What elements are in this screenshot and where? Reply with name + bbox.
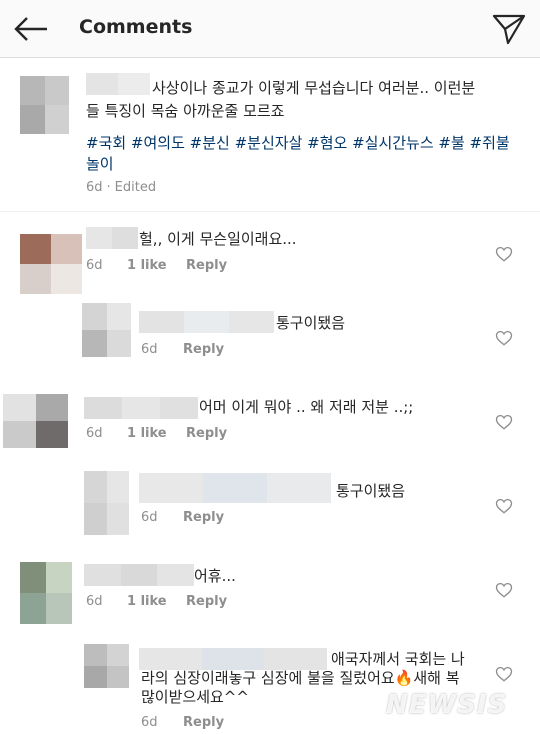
timestamp: 6d bbox=[86, 426, 103, 441]
top-bar: Comments bbox=[0, 0, 540, 58]
avatar[interactable] bbox=[84, 471, 129, 535]
caption-meta: 6d · Edited bbox=[86, 180, 157, 195]
reply-button[interactable]: Reply bbox=[186, 258, 227, 273]
reply-button[interactable]: Reply bbox=[183, 342, 224, 357]
comment-text: 통구이됐음 bbox=[336, 482, 406, 500]
username[interactable] bbox=[84, 564, 195, 586]
timestamp: 6d bbox=[141, 510, 158, 525]
comment-meta: 6d Reply bbox=[141, 342, 224, 357]
timestamp: 6d bbox=[86, 258, 103, 273]
likes-count[interactable]: 1 like bbox=[127, 258, 186, 273]
avatar[interactable] bbox=[20, 76, 69, 134]
username[interactable] bbox=[139, 311, 274, 333]
hashtags-line2[interactable]: 놀이 bbox=[86, 154, 114, 175]
timestamp: 6d bbox=[141, 715, 158, 730]
arrow-left-icon[interactable] bbox=[14, 16, 48, 42]
edited-label: Edited bbox=[114, 180, 157, 195]
reply-button[interactable]: Reply bbox=[186, 594, 227, 609]
comment-meta: 6d 1 like Reply bbox=[86, 594, 227, 609]
heart-icon[interactable] bbox=[495, 329, 513, 347]
avatar[interactable] bbox=[82, 303, 131, 357]
likes-count[interactable]: 1 like bbox=[127, 594, 186, 609]
comment-text: 어휴... bbox=[194, 567, 236, 585]
heart-icon[interactable] bbox=[495, 245, 513, 263]
comment-text: 어머 이게 뭐야 .. 왜 저래 저분 ..;; bbox=[199, 398, 414, 416]
reply-button[interactable]: Reply bbox=[183, 510, 224, 525]
page-title: Comments bbox=[79, 16, 193, 38]
heart-icon[interactable] bbox=[495, 665, 513, 683]
username[interactable] bbox=[84, 397, 198, 419]
watermark-logo: NEWSIS bbox=[386, 690, 508, 720]
comment-text-line3: 많이받으세요^^ bbox=[141, 688, 249, 706]
divider bbox=[0, 211, 540, 212]
username[interactable] bbox=[86, 227, 138, 249]
timestamp: 6d bbox=[86, 594, 103, 609]
hashtags-line1[interactable]: #국회 #여의도 #분신 #분신자살 #혐오 #실시간뉴스 #불 #쥐불 bbox=[86, 133, 510, 154]
avatar[interactable] bbox=[20, 234, 82, 294]
reply-button[interactable]: Reply bbox=[186, 426, 227, 441]
paper-plane-icon[interactable] bbox=[492, 12, 526, 46]
timestamp: 6d bbox=[86, 180, 103, 195]
username[interactable] bbox=[86, 73, 150, 95]
comment-meta: 6d 1 like Reply bbox=[86, 426, 227, 441]
heart-icon[interactable] bbox=[495, 413, 513, 431]
avatar[interactable] bbox=[3, 394, 68, 448]
comment-text: 헐,, 이게 무슨일이래요... bbox=[139, 230, 297, 248]
heart-icon[interactable] bbox=[495, 581, 513, 599]
avatar[interactable] bbox=[20, 562, 72, 624]
comment-meta: 6d 1 like Reply bbox=[86, 258, 227, 273]
comment-text: 통구이됐음 bbox=[276, 314, 346, 332]
reply-button[interactable]: Reply bbox=[183, 715, 224, 730]
likes-count[interactable]: 1 like bbox=[127, 426, 186, 441]
caption-text-line1: 사상이나 종교가 이렇게 무섭습니다 여러분.. 이런분 bbox=[152, 79, 476, 97]
comment-meta: 6d Reply bbox=[141, 715, 224, 730]
avatar[interactable] bbox=[84, 644, 129, 688]
username[interactable] bbox=[139, 473, 331, 503]
timestamp: 6d bbox=[141, 342, 158, 357]
comment-meta: 6d Reply bbox=[141, 510, 224, 525]
heart-icon[interactable] bbox=[495, 497, 513, 515]
caption-text-line2: 들 특징이 목숨 아까운줄 모르죠 bbox=[86, 102, 285, 120]
